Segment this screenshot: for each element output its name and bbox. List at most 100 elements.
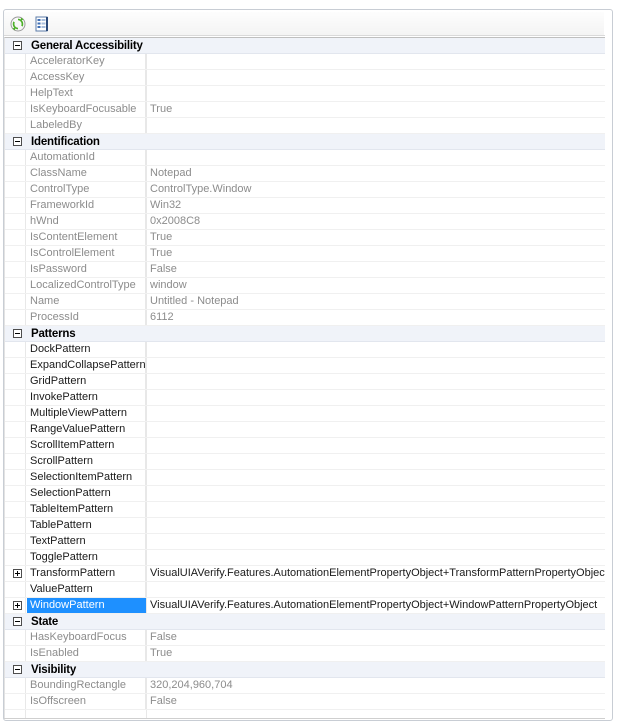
property-row[interactable]: FrameworkId Win32: [5, 198, 605, 214]
property-value-cell[interactable]: [150, 390, 605, 405]
property-name-cell[interactable]: HelpText: [27, 86, 146, 101]
property-name-cell[interactable]: LocalizedControlType: [27, 278, 146, 293]
property-value-cell[interactable]: [150, 454, 605, 469]
property-value-cell[interactable]: [150, 518, 605, 533]
property-row[interactable]: TableItemPattern: [5, 502, 605, 518]
property-name-cell[interactable]: TextPattern: [27, 534, 146, 549]
property-name-cell[interactable]: AccessKey: [27, 70, 146, 85]
property-name-cell[interactable]: IsKeyboardFocusable: [27, 102, 146, 117]
property-name-cell[interactable]: TableItemPattern: [27, 502, 146, 517]
property-name-cell[interactable]: TransformPattern: [27, 566, 146, 581]
property-row[interactable]: DockPattern: [5, 342, 605, 358]
property-row[interactable]: IsOffscreen False: [5, 694, 605, 710]
property-name-cell[interactable]: HasKeyboardFocus: [27, 630, 146, 645]
property-name-cell[interactable]: IsOffscreen: [27, 694, 146, 709]
property-value-cell[interactable]: VisualUIAVerify.Features.AutomationEleme…: [150, 566, 605, 581]
minus-expander-icon[interactable]: [13, 617, 22, 626]
property-group-header[interactable]: Visibility: [5, 662, 605, 678]
property-value-cell[interactable]: [150, 534, 605, 549]
property-row[interactable]: ExpandCollapsePattern: [5, 358, 605, 374]
property-value-cell[interactable]: [150, 502, 605, 517]
property-value-cell[interactable]: 320,204,960,704: [150, 678, 605, 693]
property-name-cell[interactable]: TogglePattern: [27, 550, 146, 565]
minus-expander-icon[interactable]: [13, 137, 22, 146]
property-row[interactable]: IsContentElement True: [5, 230, 605, 246]
property-name-cell[interactable]: AcceleratorKey: [27, 54, 146, 69]
property-name-cell[interactable]: AutomationId: [27, 150, 146, 165]
property-row[interactable]: SelectionItemPattern: [5, 470, 605, 486]
property-value-cell[interactable]: VisualUIAVerify.Features.AutomationEleme…: [150, 598, 605, 613]
property-value-cell[interactable]: [150, 486, 605, 501]
property-row[interactable]: TextPattern: [5, 534, 605, 550]
property-name-cell[interactable]: RangeValuePattern: [27, 422, 146, 437]
property-row[interactable]: LabeledBy: [5, 118, 605, 134]
property-name-cell[interactable]: IsContentElement: [27, 230, 146, 245]
property-value-cell[interactable]: True: [150, 230, 605, 245]
property-name-cell[interactable]: Name: [27, 294, 146, 309]
plus-expander-icon[interactable]: [13, 569, 22, 578]
property-name-cell[interactable]: TablePattern: [27, 518, 146, 533]
property-value-cell[interactable]: [150, 150, 605, 165]
property-value-cell[interactable]: True: [150, 102, 605, 117]
property-row[interactable]: GridPattern: [5, 374, 605, 390]
property-group-header[interactable]: Patterns: [5, 326, 605, 342]
property-row[interactable]: HelpText: [5, 86, 605, 102]
property-value-cell[interactable]: Notepad: [150, 166, 605, 181]
property-row[interactable]: LocalizedControlType window: [5, 278, 605, 294]
property-name-cell[interactable]: GridPattern: [27, 374, 146, 389]
property-value-cell[interactable]: [150, 342, 605, 357]
property-name-cell[interactable]: LabeledBy: [27, 118, 146, 133]
property-value-cell[interactable]: 0x2008C8: [150, 214, 605, 229]
property-name-cell[interactable]: FrameworkId: [27, 198, 146, 213]
property-name-cell[interactable]: hWnd: [27, 214, 146, 229]
property-row[interactable]: ScrollPattern: [5, 454, 605, 470]
property-value-cell[interactable]: [150, 374, 605, 389]
property-name-cell[interactable]: MultipleViewPattern: [27, 406, 146, 421]
property-value-cell[interactable]: [150, 86, 605, 101]
property-name-cell[interactable]: ValuePattern: [27, 582, 146, 597]
property-name-cell[interactable]: ClassName: [27, 166, 146, 181]
property-row[interactable]: Name Untitled - Notepad: [5, 294, 605, 310]
property-row[interactable]: ScrollItemPattern: [5, 438, 605, 454]
property-value-cell[interactable]: [150, 438, 605, 453]
minus-expander-icon[interactable]: [13, 665, 22, 674]
property-name-cell[interactable]: IsControlElement: [27, 246, 146, 261]
property-value-cell[interactable]: [150, 470, 605, 485]
property-row[interactable]: TransformPattern VisualUIAVerify.Features…: [5, 566, 605, 582]
property-row[interactable]: TablePattern: [5, 518, 605, 534]
property-name-cell[interactable]: ScrollItemPattern: [27, 438, 146, 453]
property-row[interactable]: AccessKey: [5, 70, 605, 86]
property-row[interactable]: BoundingRectangle 320,204,960,704: [5, 678, 605, 694]
property-value-cell[interactable]: ControlType.Window: [150, 182, 605, 197]
property-name-cell[interactable]: WindowPattern: [27, 598, 146, 613]
property-row[interactable]: ProcessId 6112: [5, 310, 605, 326]
property-value-cell[interactable]: False: [150, 262, 605, 277]
minus-expander-icon[interactable]: [13, 329, 22, 338]
property-value-cell[interactable]: True: [150, 246, 605, 261]
property-row[interactable]: InvokePattern: [5, 390, 605, 406]
property-row[interactable]: ClassName Notepad: [5, 166, 605, 182]
minus-expander-icon[interactable]: [13, 41, 22, 50]
property-row[interactable]: hWnd 0x2008C8: [5, 214, 605, 230]
property-row[interactable]: IsControlElement True: [5, 246, 605, 262]
property-name-cell[interactable]: ProcessId: [27, 310, 146, 325]
property-row[interactable]: AcceleratorKey: [5, 54, 605, 70]
property-value-cell[interactable]: [150, 550, 605, 565]
property-value-cell[interactable]: 6112: [150, 310, 605, 325]
property-row[interactable]: ValuePattern: [5, 582, 605, 598]
property-value-cell[interactable]: True: [150, 646, 605, 661]
property-row[interactable]: IsPassword False: [5, 262, 605, 278]
property-value-cell[interactable]: [150, 582, 605, 597]
property-value-cell[interactable]: [150, 118, 605, 133]
plus-expander-icon[interactable]: [13, 601, 22, 610]
property-value-cell[interactable]: window: [150, 278, 605, 293]
property-value-cell[interactable]: Untitled - Notepad: [150, 294, 605, 309]
property-row[interactable]: TogglePattern: [5, 550, 605, 566]
property-row[interactable]: AutomationId: [5, 150, 605, 166]
property-value-cell[interactable]: [150, 70, 605, 85]
show-properties-button[interactable]: [31, 13, 53, 34]
property-grid[interactable]: General Accessibility AcceleratorKey Acces…: [4, 37, 605, 718]
property-value-cell[interactable]: False: [150, 630, 605, 645]
property-group-header[interactable]: Identification: [5, 134, 605, 150]
property-value-cell[interactable]: [150, 406, 605, 421]
